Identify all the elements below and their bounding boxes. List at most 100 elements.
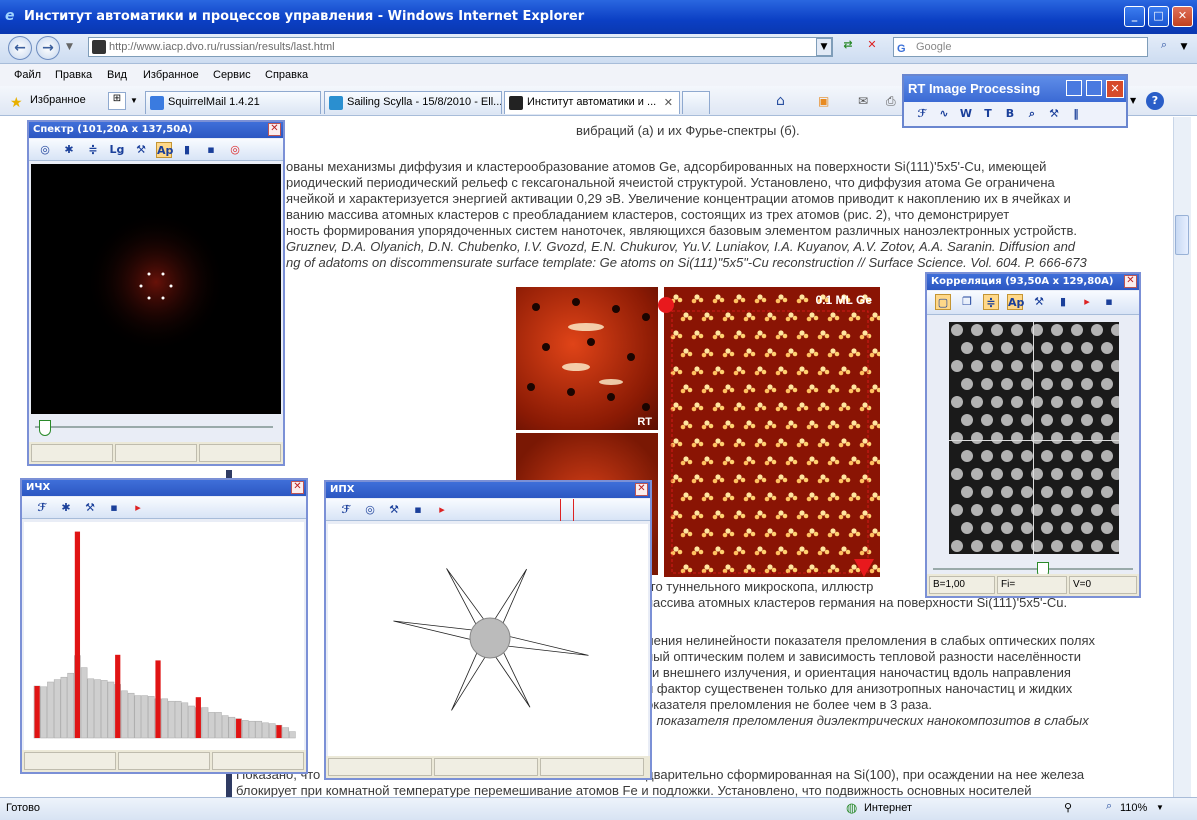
search-input[interactable]: G Google — [893, 37, 1148, 57]
gradient-icon[interactable]: ▮ — [179, 142, 195, 158]
save-icon[interactable]: ▪ — [203, 142, 219, 158]
rt-maximize-button[interactable] — [1086, 80, 1102, 96]
align-icon[interactable]: ≑ — [983, 294, 999, 310]
zoom-dropdown-icon[interactable]: ▼ — [1156, 803, 1164, 812]
search-button[interactable]: ⌕ — [1153, 38, 1175, 56]
ipx-close-button[interactable]: ✕ — [635, 483, 648, 496]
fourier-icon[interactable]: ℱ — [34, 500, 50, 516]
tools-icon[interactable]: ⚒ — [1046, 106, 1062, 122]
address-bar[interactable]: http://www.iacp.dvo.ru/russian/results/l… — [88, 37, 833, 57]
stm-dot — [704, 456, 710, 462]
scrollbar-thumb[interactable] — [1175, 215, 1189, 255]
correlation-peak — [1111, 324, 1119, 336]
spectrum-close-button[interactable]: ✕ — [268, 123, 281, 136]
correlation-peak — [1021, 486, 1033, 498]
star-icon[interactable]: ★ — [10, 94, 23, 111]
spectrum-slider-thumb[interactable] — [39, 420, 51, 436]
zoom-level[interactable]: 110% — [1120, 802, 1147, 814]
tab-squirrelmail[interactable]: SquirrelMail 1.4.21 — [145, 91, 321, 114]
print-icon[interactable]: ⎙ — [886, 94, 896, 109]
pause-icon[interactable]: ‖ — [1068, 106, 1084, 122]
target-icon[interactable]: ◎ — [227, 142, 243, 158]
frame-icon[interactable]: ▢ — [935, 294, 951, 310]
stm-dot — [764, 460, 770, 466]
histogram-bar — [47, 681, 54, 739]
ichx-close-button[interactable]: ✕ — [291, 481, 304, 494]
forward-button[interactable]: → — [36, 36, 60, 60]
ap-icon[interactable]: Ap — [1007, 294, 1024, 310]
tab-list-icon[interactable]: ▼ — [130, 96, 138, 105]
correlation-peak — [1111, 396, 1119, 408]
ap-icon[interactable]: Ap — [156, 142, 173, 158]
tools-icon[interactable]: ⚒ — [82, 500, 98, 516]
paragraph-line: ованы механизмы диффузия и кластерообраз… — [286, 159, 1047, 174]
fourier-icon[interactable]: ℱ — [914, 106, 930, 122]
tab-sailing-scylla[interactable]: Sailing Scylla - 15/8/2010 - Ell... — [324, 91, 502, 114]
tools-icon[interactable]: ⚒ — [1031, 294, 1047, 310]
mesh-icon[interactable]: ✱ — [61, 142, 77, 158]
tab-label: SquirrelMail 1.4.21 — [168, 96, 260, 108]
align-icon[interactable]: ≑ — [85, 142, 101, 158]
gradient-icon[interactable]: ▮ — [1055, 294, 1071, 310]
wavelet-icon[interactable]: W — [958, 106, 974, 122]
help-icon[interactable]: ? — [1146, 92, 1164, 110]
pointer-icon[interactable]: ▸ — [1079, 294, 1095, 310]
correlation-peak — [1051, 324, 1063, 336]
home-icon[interactable]: ⌂ — [776, 93, 785, 109]
transform-icon[interactable]: T — [980, 106, 996, 122]
stm-dot — [719, 513, 725, 519]
menu-view[interactable]: Вид — [107, 69, 127, 81]
layers-icon[interactable]: ❐ — [959, 294, 975, 310]
stm-dot — [743, 496, 749, 502]
polar-center — [469, 617, 511, 659]
rt-close-button[interactable]: ✕ — [1106, 80, 1124, 98]
tab-iacp[interactable]: Институт автоматики и ... ✕ — [504, 91, 680, 114]
rings-icon[interactable]: ◎ — [37, 142, 53, 158]
save-icon[interactable]: ▪ — [106, 500, 122, 516]
rt-minimize-button[interactable] — [1066, 80, 1082, 96]
rings-icon[interactable]: ◎ — [362, 502, 378, 518]
menu-file[interactable]: Файл — [14, 69, 41, 81]
menu-help[interactable]: Справка — [265, 69, 308, 81]
menu-edit[interactable]: Правка — [55, 69, 92, 81]
minimize-button[interactable]: _ — [1124, 6, 1145, 27]
stm-dot — [785, 388, 791, 394]
tools-icon[interactable]: ⚒ — [386, 502, 402, 518]
b-icon[interactable]: B — [1002, 106, 1018, 122]
tools-icon[interactable]: ⚒ — [133, 142, 149, 158]
protected-mode-icon[interactable]: ⚲ — [1064, 801, 1072, 814]
close-button[interactable]: ✕ — [1172, 6, 1193, 27]
new-tab-button[interactable] — [682, 91, 710, 114]
feeds-icon[interactable]: ▣ — [818, 94, 829, 108]
pointer-icon[interactable]: ▸ — [130, 500, 146, 516]
correlation-close-button[interactable]: ✕ — [1124, 275, 1137, 288]
tools-dropdown-icon[interactable]: ▼ — [1130, 96, 1136, 105]
pointer-icon[interactable]: ▸ — [434, 502, 450, 518]
stm-dot — [704, 420, 710, 426]
fourier-icon[interactable]: ℱ — [338, 502, 354, 518]
back-button[interactable]: ← — [8, 36, 32, 60]
save-icon[interactable]: ▪ — [1101, 294, 1117, 310]
log-icon[interactable]: Lg — [109, 142, 125, 158]
save-icon[interactable]: ▪ — [410, 502, 426, 518]
mesh-icon[interactable]: ✱ — [58, 500, 74, 516]
favorites-button[interactable]: Избранное — [30, 94, 86, 106]
mail-icon[interactable]: ✉ — [858, 94, 868, 108]
stop-icon[interactable]: ✕ — [862, 38, 882, 56]
menu-tools[interactable]: Сервис — [213, 69, 251, 81]
search-options-icon[interactable]: ▼ — [1176, 38, 1192, 56]
refresh-icon[interactable]: ⇄ — [838, 38, 858, 56]
range-marker[interactable] — [560, 499, 574, 521]
security-zone: Интернет — [864, 802, 912, 814]
address-dropdown-icon[interactable]: ▼ — [816, 38, 832, 56]
maximize-button[interactable]: □ — [1148, 6, 1169, 27]
stm-dot — [757, 510, 763, 516]
correlation-peak — [1071, 432, 1083, 444]
stm-dot — [851, 312, 857, 318]
curve-icon[interactable]: ∿ — [936, 106, 952, 122]
tab-close-icon[interactable]: ✕ — [664, 96, 673, 109]
history-dropdown-icon[interactable]: ▼ — [66, 42, 73, 52]
quick-tabs-icon[interactable]: ⊞ — [108, 92, 126, 110]
menu-favorites[interactable]: Избранное — [143, 69, 199, 81]
magnifier-icon[interactable]: ⌕ — [1024, 106, 1040, 122]
